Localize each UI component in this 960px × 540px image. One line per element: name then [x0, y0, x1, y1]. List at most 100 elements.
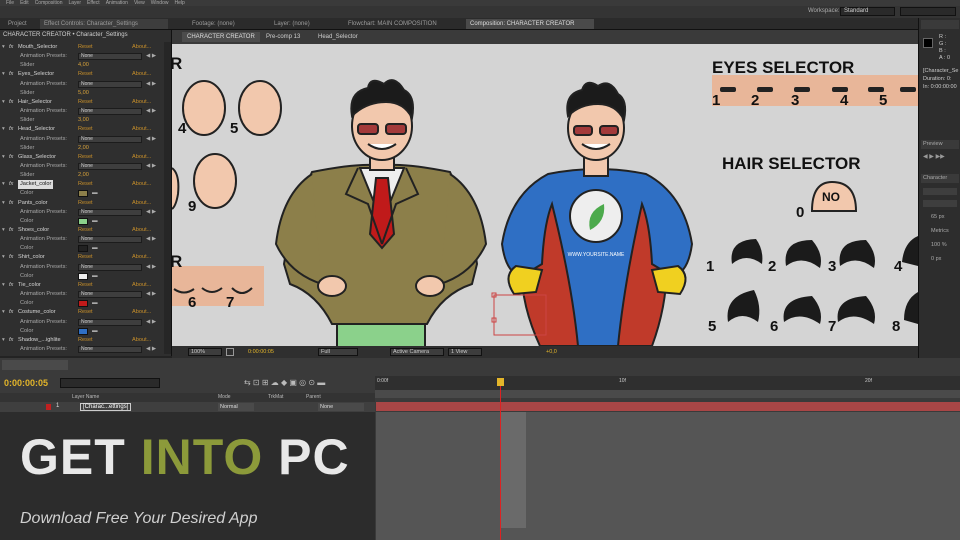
- slider-value[interactable]: 4,00: [78, 61, 89, 70]
- tab-composition[interactable]: Composition: CHARACTER CREATOR: [466, 19, 594, 29]
- preset-nav-arrows-icon[interactable]: ◀ ▶: [146, 235, 156, 244]
- fx-icon[interactable]: fx: [9, 308, 13, 317]
- effect-row[interactable]: ▾ fx Costume_color Reset About...: [0, 308, 165, 317]
- reset-link[interactable]: Reset: [78, 180, 93, 189]
- layer-label-color[interactable]: [46, 404, 51, 410]
- preset-nav-arrows-icon[interactable]: ◀ ▶: [146, 52, 156, 61]
- eyedropper-icon[interactable]: ▬: [92, 272, 98, 281]
- preset-nav-arrows-icon[interactable]: ◀ ▶: [146, 290, 156, 299]
- effect-name[interactable]: Glass_Selector: [18, 153, 56, 162]
- effect-name[interactable]: Pants_color: [18, 199, 48, 208]
- animation-presets-dropdown[interactable]: None: [78, 236, 142, 244]
- preset-nav-arrows-icon[interactable]: ◀ ▶: [146, 318, 156, 327]
- effect-name[interactable]: Eyes_Selector: [18, 70, 54, 79]
- zoom-dropdown[interactable]: 100%: [188, 348, 222, 356]
- reset-link[interactable]: Reset: [78, 226, 93, 235]
- work-area-bar[interactable]: [375, 390, 960, 398]
- effect-name[interactable]: Head_Selector: [18, 125, 55, 134]
- expand-triangle-icon[interactable]: ▾: [2, 70, 5, 79]
- preset-row[interactable]: Animation Presets: None ◀ ▶: [0, 290, 165, 299]
- slider-value[interactable]: 2,00: [78, 171, 89, 180]
- color-swatch[interactable]: [78, 300, 88, 308]
- color-row[interactable]: Color ▬: [0, 244, 165, 253]
- character-section[interactable]: Character: [921, 174, 959, 183]
- tab-layer[interactable]: Layer: (none): [270, 19, 340, 29]
- col-layer-name[interactable]: Layer Name: [72, 394, 99, 400]
- effect-row[interactable]: ▾ fx Tie_color Reset About...: [0, 281, 165, 290]
- slider-row[interactable]: Slider 2,00: [0, 171, 165, 180]
- preset-row[interactable]: Animation Presets: None ◀ ▶: [0, 208, 165, 217]
- preset-nav-arrows-icon[interactable]: ◀ ▶: [146, 345, 156, 354]
- effect-name[interactable]: Mouth_Selector: [18, 43, 57, 52]
- expand-triangle-icon[interactable]: ▾: [2, 308, 5, 317]
- workspace-value[interactable]: Standard: [840, 7, 895, 16]
- eyedropper-icon[interactable]: ▬: [92, 217, 98, 226]
- preset-nav-arrows-icon[interactable]: ◀ ▶: [146, 162, 156, 171]
- layer-parent[interactable]: None: [318, 403, 364, 411]
- animation-presets-dropdown[interactable]: None: [78, 80, 142, 88]
- about-link[interactable]: About...: [132, 253, 151, 262]
- fx-icon[interactable]: fx: [9, 125, 13, 134]
- reset-link[interactable]: Reset: [78, 336, 93, 345]
- reset-link[interactable]: Reset: [78, 308, 93, 317]
- comp-breadcrumb-2[interactable]: Pre-comp 13: [266, 32, 300, 42]
- effect-name[interactable]: Costume_color: [18, 308, 56, 317]
- fx-icon[interactable]: fx: [9, 98, 13, 107]
- expand-triangle-icon[interactable]: ▾: [2, 281, 5, 290]
- expand-triangle-icon[interactable]: ▾: [2, 199, 5, 208]
- timeline-timecode[interactable]: 0:00:00:05: [4, 378, 48, 388]
- expand-triangle-icon[interactable]: ▾: [2, 336, 5, 345]
- effect-row[interactable]: ▾ fx Head_Selector Reset About...: [0, 125, 165, 134]
- col-mode[interactable]: Mode: [218, 394, 231, 400]
- expand-triangle-icon[interactable]: ▾: [2, 98, 5, 107]
- col-trkmat[interactable]: TrkMat: [268, 394, 283, 400]
- effect-row[interactable]: ▾ fx Eyes_Selector Reset About...: [0, 70, 165, 79]
- about-link[interactable]: About...: [132, 281, 151, 290]
- time-ruler[interactable]: 0:00f 10f 20f: [375, 376, 960, 390]
- effect-row[interactable]: ▾ fx Pants_color Reset About...: [0, 199, 165, 208]
- reset-link[interactable]: Reset: [78, 253, 93, 262]
- preset-row[interactable]: Animation Presets: None ◀ ▶: [0, 107, 165, 116]
- reset-link[interactable]: Reset: [78, 125, 93, 134]
- about-link[interactable]: About...: [132, 226, 151, 235]
- camera-dropdown[interactable]: Active Camera: [390, 348, 444, 356]
- resolution-dropdown[interactable]: Full: [318, 348, 358, 356]
- effect-row[interactable]: ▾ fx Jacket_color Reset About...: [0, 180, 165, 190]
- effect-row[interactable]: ▾ fx Hair_Selector Reset About...: [0, 98, 165, 107]
- slider-value[interactable]: 3,00: [78, 116, 89, 125]
- about-link[interactable]: About...: [132, 336, 151, 345]
- eyedropper-icon[interactable]: ▬: [92, 189, 98, 198]
- about-link[interactable]: About...: [132, 153, 151, 162]
- expand-triangle-icon[interactable]: ▾: [2, 153, 5, 162]
- animation-presets-dropdown[interactable]: None: [78, 162, 142, 170]
- effect-name[interactable]: Shadow_...ighlite: [18, 336, 61, 345]
- preset-row[interactable]: Animation Presets: None ◀ ▶: [0, 162, 165, 171]
- about-link[interactable]: About...: [132, 98, 151, 107]
- fx-icon[interactable]: fx: [9, 43, 13, 52]
- character-field[interactable]: 65 px: [931, 214, 944, 220]
- preset-nav-arrows-icon[interactable]: ◀ ▶: [146, 263, 156, 272]
- tools-toolbar[interactable]: Workspace: Standard: [0, 6, 960, 18]
- eyedropper-icon[interactable]: ▬: [92, 244, 98, 253]
- fx-icon[interactable]: fx: [9, 199, 13, 208]
- layer-name[interactable]: [Charac...ettings]: [80, 403, 132, 411]
- fx-icon[interactable]: fx: [9, 153, 13, 162]
- layer-row[interactable]: 1 [Charac...ettings] Normal None: [0, 402, 375, 412]
- font-field[interactable]: [923, 188, 957, 195]
- layer-duration-bar[interactable]: [376, 402, 960, 411]
- composition-viewer[interactable]: WWW.YOURSITE.NAME EYES SELECTOR 1 2 3 4 5 HA…: [172, 44, 918, 346]
- about-link[interactable]: About...: [132, 43, 151, 52]
- animation-presets-dropdown[interactable]: None: [78, 135, 142, 143]
- search-help-field[interactable]: [900, 7, 956, 16]
- animation-presets-dropdown[interactable]: None: [78, 345, 142, 353]
- character-field[interactable]: 100 %: [931, 242, 947, 248]
- fx-icon[interactable]: fx: [9, 226, 13, 235]
- color-row[interactable]: Color ▬: [0, 189, 165, 198]
- color-row[interactable]: Color ▬: [0, 217, 165, 226]
- timeline-search[interactable]: [60, 378, 160, 388]
- animation-presets-dropdown[interactable]: None: [78, 263, 142, 271]
- views-dropdown[interactable]: 1 View: [448, 348, 482, 356]
- tab-project[interactable]: Project: [4, 19, 34, 29]
- effect-row[interactable]: ▾ fx Shirt_color Reset About...: [0, 253, 165, 262]
- slider-row[interactable]: Slider 2,00: [0, 144, 165, 153]
